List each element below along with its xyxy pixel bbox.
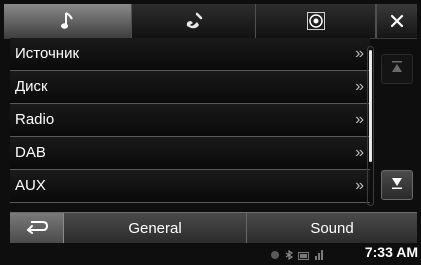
tab-phone[interactable] <box>132 4 256 38</box>
chevron-right-icon: » <box>355 45 364 62</box>
bluetooth-icon <box>284 247 294 265</box>
status-bar: 7:33 AM <box>0 244 421 261</box>
status-icons <box>270 247 324 265</box>
menu-item-label: AUX <box>15 177 46 194</box>
tab-audio[interactable] <box>4 4 132 38</box>
link-icon <box>270 247 280 265</box>
general-button[interactable]: General <box>64 213 247 243</box>
menu-item-label: Источник <box>15 45 80 62</box>
menu-item-source[interactable]: Источник » <box>10 38 370 71</box>
clock: 7:33 AM <box>364 244 418 260</box>
settings-menu-list: Источник » Диск » Radio » DAB » AUX » <box>10 38 370 206</box>
bottom-bar: General Sound <box>10 212 417 243</box>
disc-settings-icon <box>306 12 325 30</box>
scroll-down-button[interactable] <box>381 170 413 200</box>
back-button[interactable] <box>10 213 64 243</box>
chevron-right-icon: » <box>355 111 364 128</box>
sound-button[interactable]: Sound <box>247 213 417 243</box>
top-tab-bar <box>4 4 417 39</box>
scrollbar[interactable] <box>367 46 374 206</box>
chevron-right-icon: » <box>355 177 364 194</box>
menu-item-radio[interactable]: Radio » <box>10 104 370 137</box>
signal-icon <box>314 247 324 265</box>
arrow-up-icon <box>391 60 403 78</box>
battery-icon <box>298 247 310 265</box>
menu-item-disc[interactable]: Диск » <box>10 71 370 104</box>
chevron-right-icon: » <box>355 144 364 161</box>
tab-settings[interactable] <box>256 4 376 38</box>
close-button[interactable] <box>376 4 417 38</box>
menu-item-label: Radio <box>15 111 55 128</box>
music-note-icon <box>60 11 75 31</box>
menu-item-aux[interactable]: AUX » <box>10 170 370 203</box>
scroll-up-button[interactable] <box>381 54 413 84</box>
menu-item-dab[interactable]: DAB » <box>10 137 370 170</box>
phone-icon <box>184 12 204 30</box>
menu-item-label: Диск <box>15 78 48 95</box>
back-arrow-icon <box>25 218 49 239</box>
menu-item-label: DAB <box>15 144 46 161</box>
arrow-down-icon <box>391 176 403 194</box>
scrollbar-thumb[interactable] <box>369 50 372 162</box>
close-icon <box>390 14 404 28</box>
chevron-right-icon: » <box>355 78 364 95</box>
